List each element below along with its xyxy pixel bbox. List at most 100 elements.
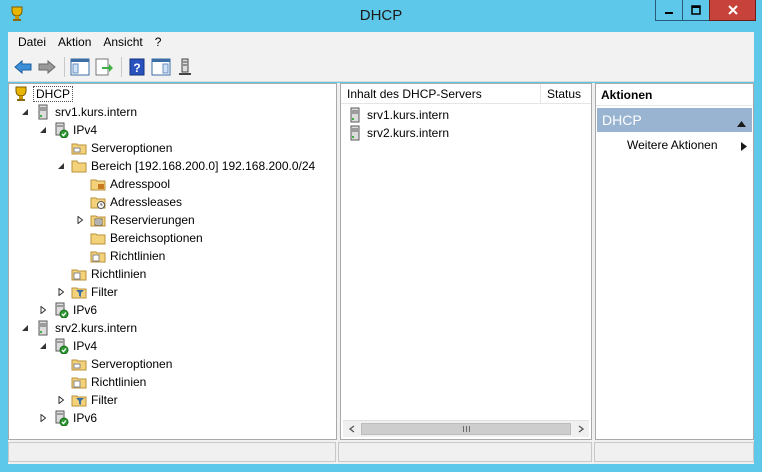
actions-header: Aktionen [596, 84, 753, 106]
dhcp-window: DHCP Datei Aktion Ansicht ? ? DHCP srv1.… [0, 0, 762, 472]
scroll-left-icon[interactable] [343, 421, 360, 437]
minimize-button[interactable] [655, 0, 683, 21]
menu-aktion[interactable]: Aktion [52, 33, 97, 51]
help-icon: ? [129, 58, 145, 75]
column-header-status[interactable]: Status [541, 84, 591, 104]
ipv6-icon [53, 410, 69, 427]
server-icon [35, 320, 51, 336]
tree-node-srv1-ipv6[interactable]: IPv6 [38, 301, 97, 319]
show-hide-console-tree-button[interactable] [69, 56, 91, 78]
export-list-button[interactable] [93, 56, 115, 78]
status-cell [338, 442, 592, 462]
forward-button[interactable] [36, 56, 58, 78]
column-header-inhalt[interactable]: Inhalt des DHCP-Servers [341, 84, 541, 104]
folder-icon [71, 140, 87, 156]
menu-ansicht[interactable]: Ansicht [97, 33, 148, 51]
toolbar: ? [8, 52, 754, 82]
maximize-button[interactable] [682, 0, 710, 21]
list-item-label: srv2.kurs.intern [367, 126, 450, 140]
collapse-icon[interactable] [38, 125, 48, 135]
tree-node-srv1-filter[interactable]: Filter [56, 283, 118, 301]
horizontal-scrollbar[interactable] [343, 420, 589, 437]
server-icon [35, 104, 51, 120]
console-tree[interactable]: DHCP srv1.kurs.intern IPv4 Serveroptione… [8, 83, 337, 440]
tree-node-srv2-richtlinien[interactable]: Richtlinien [56, 373, 146, 391]
collapse-section-icon[interactable] [737, 116, 746, 130]
tree-node-bereichsoptionen[interactable]: Bereichsoptionen [75, 229, 203, 247]
show-hide-action-pane-button[interactable] [150, 56, 172, 78]
tree-node-adresspool[interactable]: Adresspool [75, 175, 170, 193]
mmc-content: DHCP srv1.kurs.intern IPv4 Serveroptione… [8, 83, 754, 440]
folder-icon [71, 356, 87, 372]
list-header: Inhalt des DHCP-Servers Status [341, 84, 591, 104]
tree-node-adressleases[interactable]: Adressleases [75, 193, 182, 211]
folder-icon [90, 194, 106, 210]
tree-node-srv2-ipv4[interactable]: IPv4 [38, 337, 97, 355]
close-button[interactable] [709, 0, 756, 21]
toolbar-separator [121, 56, 122, 77]
tree-node-bereich-richtlinien[interactable]: Richtlinien [75, 247, 165, 265]
tree-label: Filter [91, 285, 118, 299]
tree-node-srv1-ipv4[interactable]: IPv4 [38, 121, 97, 139]
tree-label: srv2.kurs.intern [55, 321, 138, 335]
help-button[interactable]: ? [126, 56, 148, 78]
tree-node-bereich[interactable]: Bereich [192.168.200.0] 192.168.200.0/24 [56, 157, 315, 175]
back-button[interactable] [12, 56, 34, 78]
collapse-icon[interactable] [56, 161, 66, 171]
folder-icon [71, 266, 87, 282]
tree-label: Richtlinien [110, 249, 166, 263]
tree-node-reservierungen[interactable]: Reservierungen [75, 211, 195, 229]
collapse-icon[interactable] [20, 323, 30, 333]
expand-icon[interactable] [56, 395, 66, 405]
server-tool-button[interactable] [174, 56, 196, 78]
menu-datei[interactable]: Datei [12, 33, 52, 51]
tree-label: DHCP [33, 86, 74, 102]
title-bar[interactable]: DHCP [0, 0, 762, 32]
tree-label: Adressleases [110, 195, 183, 209]
tree-label: Adresspool [110, 177, 171, 191]
window-title: DHCP [359, 7, 403, 24]
submenu-arrow-icon [741, 140, 747, 154]
tree-node-srv2[interactable]: srv2.kurs.intern [20, 319, 137, 337]
expand-icon[interactable] [38, 413, 48, 423]
tower-icon [179, 58, 191, 75]
expand-icon[interactable] [75, 215, 85, 225]
action-pane-icon [151, 58, 171, 75]
toolbar-separator [64, 56, 65, 77]
collapse-icon[interactable] [20, 107, 30, 117]
status-cell [594, 442, 754, 462]
folder-icon [71, 374, 87, 390]
tree-label: IPv4 [73, 339, 98, 353]
folder-icon [90, 212, 106, 228]
result-pane[interactable]: Inhalt des DHCP-Servers Status srv1.kurs… [340, 83, 592, 440]
server-icon [347, 107, 363, 123]
scrollbar-thumb[interactable] [361, 423, 571, 435]
tree-node-srv1-richtlinien[interactable]: Richtlinien [56, 265, 146, 283]
scroll-right-icon[interactable] [572, 421, 589, 437]
tree-label: IPv6 [73, 303, 98, 317]
folder-icon [90, 176, 106, 192]
tree-node-srv1-serveroptionen[interactable]: Serveroptionen [56, 139, 172, 157]
tree-node-dhcp[interactable]: DHCP [13, 85, 74, 103]
list-item[interactable]: srv1.kurs.intern [347, 106, 449, 124]
list-item[interactable]: srv2.kurs.intern [347, 124, 449, 142]
weitere-aktionen-item[interactable]: Weitere Aktionen [627, 136, 718, 154]
tree-label: srv1.kurs.intern [55, 105, 138, 119]
menu-help[interactable]: ? [149, 33, 168, 51]
tree-node-srv2-filter[interactable]: Filter [56, 391, 118, 409]
tree-label: Bereich [192.168.200.0] 192.168.200.0/24 [91, 159, 316, 173]
tree-label: IPv6 [73, 411, 98, 425]
server-icon [347, 125, 363, 141]
export-icon [95, 58, 113, 75]
tree-label: IPv4 [73, 123, 98, 137]
tree-label: Bereichsoptionen [110, 231, 203, 245]
tree-node-srv2-serveroptionen[interactable]: Serveroptionen [56, 355, 172, 373]
collapse-icon[interactable] [38, 341, 48, 351]
tree-node-srv1[interactable]: srv1.kurs.intern [20, 103, 137, 121]
dhcp-icon [13, 86, 29, 102]
expand-icon[interactable] [56, 287, 66, 297]
actions-section-dhcp[interactable]: DHCP [597, 108, 752, 132]
expand-icon[interactable] [38, 305, 48, 315]
tree-label: Reservierungen [110, 213, 195, 227]
tree-node-srv2-ipv6[interactable]: IPv6 [38, 409, 97, 427]
